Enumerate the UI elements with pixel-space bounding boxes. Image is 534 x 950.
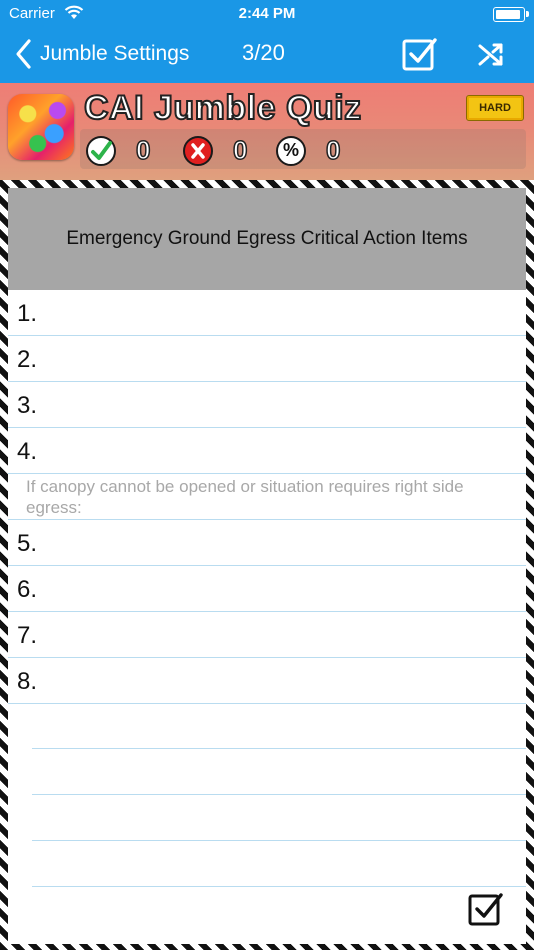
answer-slot[interactable]: 1. [8,290,526,336]
shuffle-button[interactable] [477,40,505,68]
check-circle-icon [86,135,116,166]
back-button[interactable]: Jumble Settings [14,38,189,70]
quiz-header-band: CAI Jumble Quiz HARD 0 0 % 0 [0,83,534,180]
slot-number: 8. [17,668,38,695]
percent-value: 0 [325,134,341,166]
difficulty-badge: HARD [466,95,524,121]
wrong-score: 0 [183,134,248,166]
slot-number: 4. [17,438,38,465]
slot-number: 7. [17,622,38,649]
slot-number: 2. [17,346,38,373]
question-counter: 3/20 [242,40,285,65]
section-note-row: If canopy cannot be opened or situation … [8,474,526,520]
battery-icon [493,7,525,22]
percent-circle-icon: % [276,135,306,166]
quiz-card: Emergency Ground Egress Critical Action … [8,188,526,944]
navigation-bar: Carrier 2:44 PM Jumble Settings 3/20 [0,0,534,83]
submit-check-button[interactable] [468,890,504,926]
word-bank-rule [32,886,526,887]
word-bank-rule [32,840,526,841]
answer-slot[interactable]: 2. [8,336,526,382]
answer-slot[interactable]: 3. [8,382,526,428]
app-logo-icon [8,94,74,160]
check-answers-button[interactable] [402,35,438,71]
quiz-title: Emergency Ground Egress Critical Action … [8,188,526,290]
correct-score: 0 [86,134,151,166]
answer-slot[interactable]: 5. [8,520,526,566]
slot-number: 3. [17,392,38,419]
status-bar: Carrier 2:44 PM [0,0,534,28]
app-title: CAI Jumble Quiz [83,88,362,128]
slot-number: 1. [17,300,38,327]
answer-slot[interactable]: 4. [8,428,526,474]
word-bank-rule [32,794,526,795]
wrong-count: 0 [232,134,248,166]
slot-number: 5. [17,530,38,557]
x-circle-icon [183,135,213,166]
answer-slot[interactable]: 6. [8,566,526,612]
percent-score: % 0 [276,134,341,166]
correct-count: 0 [135,134,151,166]
battery-cap [526,11,529,17]
slot-number: 6. [17,576,38,603]
answer-slot[interactable]: 7. [8,612,526,658]
word-bank-rule [32,748,526,749]
answer-slot[interactable]: 8. [8,658,526,704]
clock: 2:44 PM [238,5,296,22]
chevron-left-icon [16,39,31,69]
section-note: If canopy cannot be opened or situation … [26,477,464,517]
back-label: Jumble Settings [40,42,190,65]
